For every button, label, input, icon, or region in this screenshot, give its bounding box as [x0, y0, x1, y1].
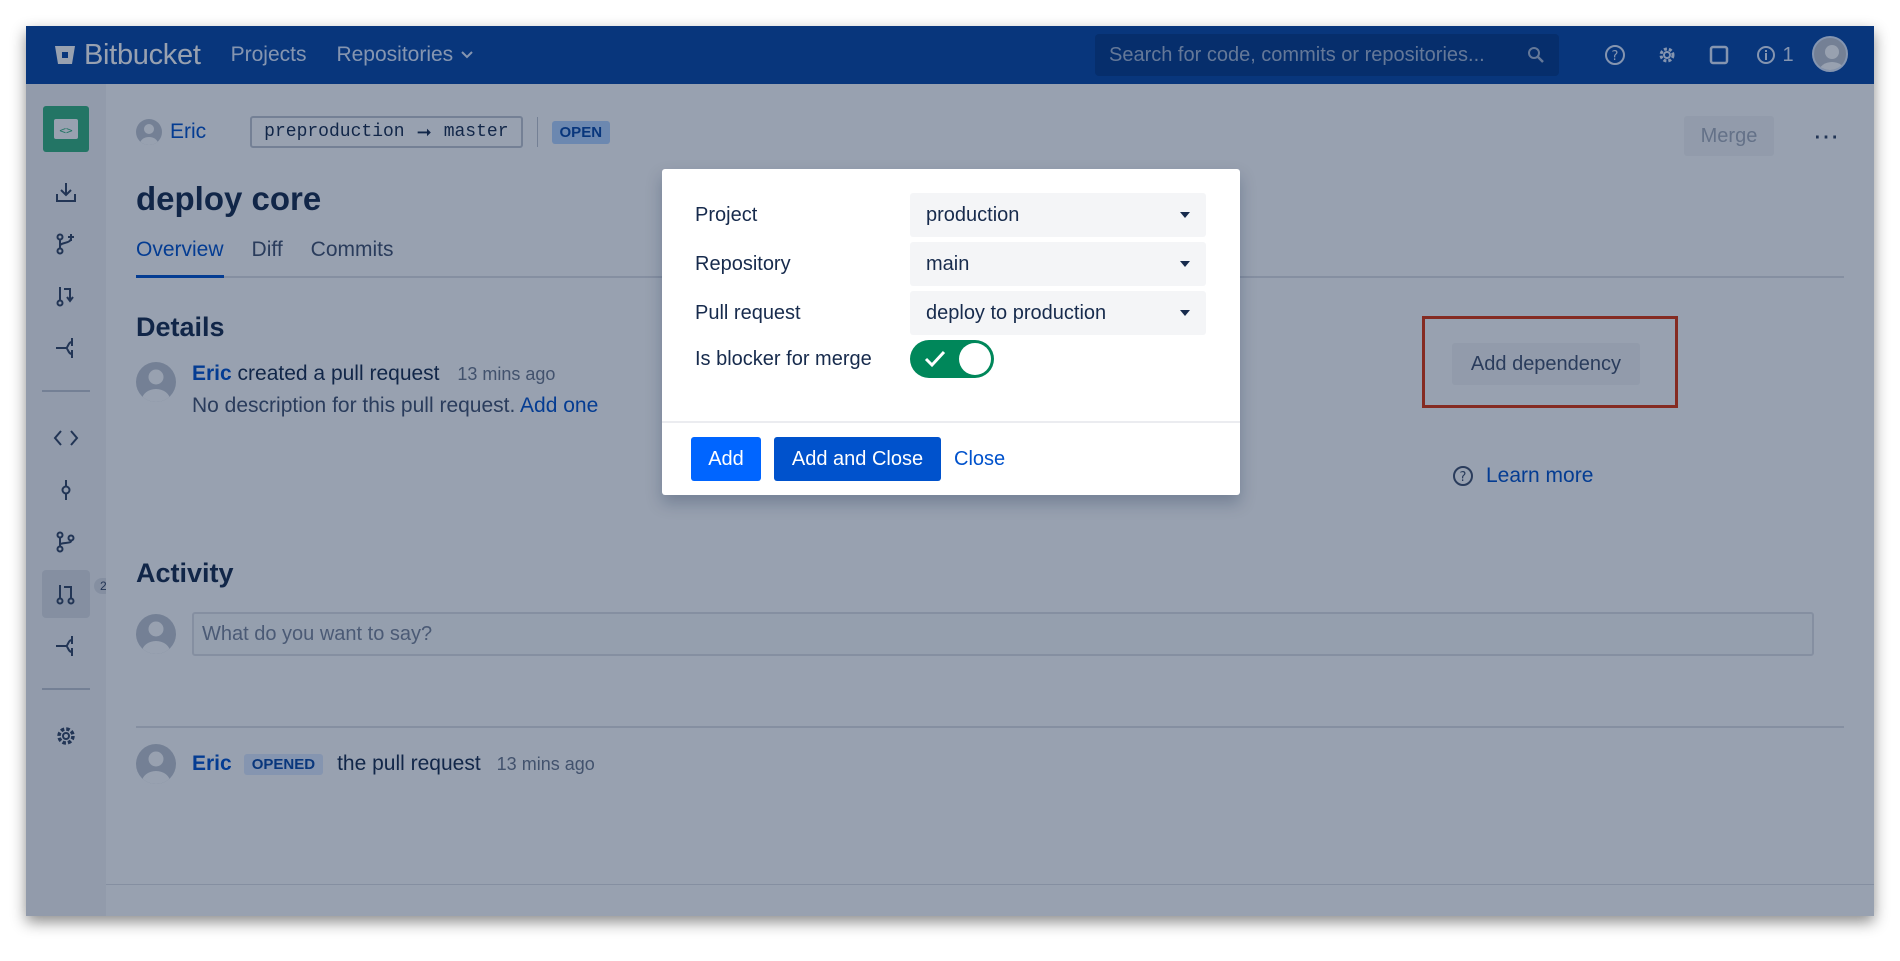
repository-value: main — [926, 252, 970, 275]
project-label: Project — [695, 203, 758, 226]
caret-down-icon — [1180, 261, 1190, 267]
check-icon — [924, 350, 946, 368]
blocker-label: Is blocker for merge — [695, 347, 872, 370]
caret-down-icon — [1180, 310, 1190, 316]
pull-request-label: Pull request — [695, 301, 801, 324]
add-dependency-dialog: Project production Repository main Pull … — [662, 169, 1240, 495]
toggle-knob — [959, 343, 991, 375]
blocker-toggle[interactable] — [910, 340, 994, 378]
blocker-field: Is blocker for merge — [695, 337, 994, 381]
caret-down-icon — [1180, 212, 1190, 218]
close-button[interactable]: Close — [954, 437, 1005, 481]
repository-select[interactable]: main — [910, 242, 1206, 286]
add-button[interactable]: Add — [691, 437, 761, 481]
repository-label: Repository — [695, 252, 791, 275]
app-window: Bitbucket Projects Repositories Search f… — [26, 26, 1874, 916]
pull-request-value: deploy to production — [926, 301, 1107, 324]
pull-request-select[interactable]: deploy to production — [910, 291, 1206, 335]
pull-request-field: Pull request deploy to production — [695, 291, 1206, 335]
project-value: production — [926, 203, 1020, 226]
add-and-close-button[interactable]: Add and Close — [774, 437, 941, 481]
repository-field: Repository main — [695, 242, 1206, 286]
project-field: Project production — [695, 193, 1206, 237]
dialog-divider — [662, 421, 1240, 423]
project-select[interactable]: production — [910, 193, 1206, 237]
